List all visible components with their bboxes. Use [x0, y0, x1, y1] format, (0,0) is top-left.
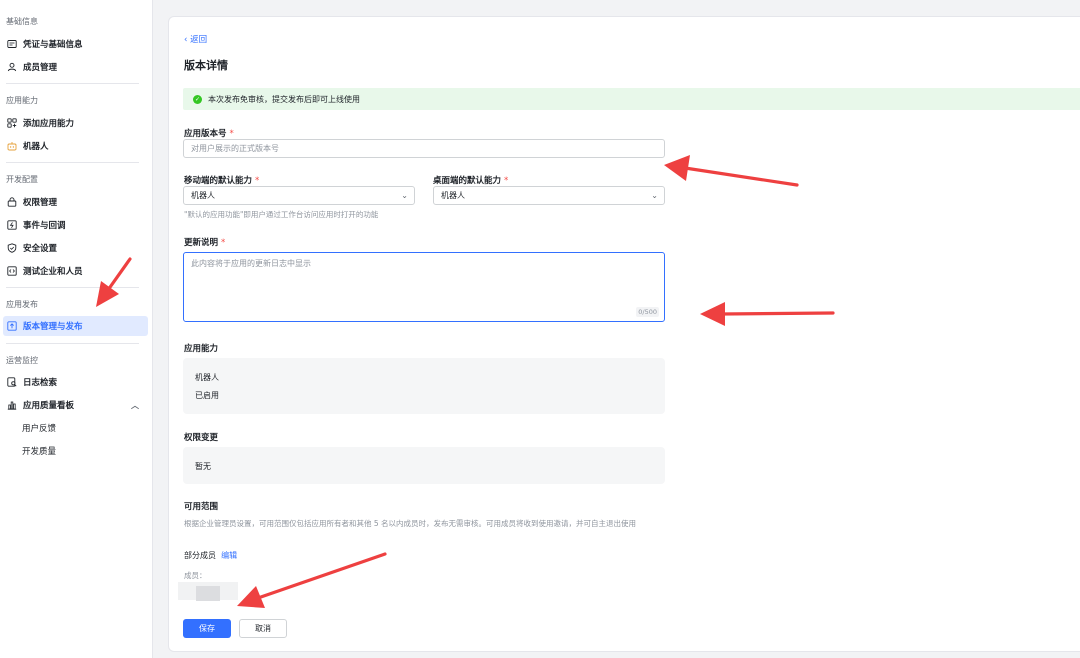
sidebar-item-dev-quality[interactable]: 开发质量 [0, 441, 153, 461]
page-title: 版本详情 [184, 59, 228, 72]
scope-label: 可用范围 [184, 502, 219, 512]
sidebar-item-logs[interactable]: 日志检索 [0, 372, 153, 392]
sidebar-item-label: 机器人 [23, 142, 49, 152]
group-title-ops: 运营监控 [6, 356, 38, 365]
group-title-ability: 应用能力 [6, 96, 38, 105]
desktop-default-label: 桌面端的默认能力 * [433, 176, 509, 186]
sidebar-item-permissions[interactable]: 权限管理 [0, 192, 153, 212]
notice-banner: ✓ 本次发布免审核，提交发布后即可上线使用 [183, 88, 1080, 110]
sidebar-item-security[interactable]: 安全设置 [0, 238, 153, 258]
sidebar-item-credentials[interactable]: 凭证与基础信息 [0, 34, 153, 54]
sidebar-item-version-release[interactable]: 版本管理与发布 [3, 316, 148, 336]
ability-status: 已启用 [195, 391, 219, 400]
version-label: 应用版本号 * [184, 129, 234, 139]
chevron-up-icon[interactable]: ︿ [131, 400, 139, 411]
group-title-dev: 开发配置 [6, 175, 38, 184]
bar-chart-icon [7, 400, 17, 410]
scope-value: 部分成员 编辑 [184, 551, 238, 560]
ability-box: 机器人 已启用 [183, 358, 665, 414]
group-title-release: 应用发布 [6, 300, 38, 309]
chevron-down-icon: ⌄ [401, 191, 408, 200]
chevron-down-icon: ⌄ [651, 191, 658, 200]
divider [6, 343, 139, 344]
divider [6, 162, 139, 163]
update-notes-textarea[interactable]: 此内容将于应用的更新日志中显示 0/500 [183, 252, 665, 322]
group-title-basic: 基础信息 [6, 17, 38, 26]
permission-change-value: 暂无 [195, 462, 211, 471]
sidebar-item-label: 添加应用能力 [23, 119, 75, 129]
success-check-icon: ✓ [193, 94, 202, 104]
sidebar-item-label: 开发质量 [22, 447, 57, 457]
desktop-default-select[interactable]: 机器人 ⌄ [433, 186, 665, 205]
user-icon [7, 62, 17, 72]
sidebar-item-test-tenant[interactable]: 测试企业和人员 [0, 261, 153, 281]
sidebar-item-label: 用户反馈 [22, 424, 57, 434]
sidebar-item-bot[interactable]: 机器人 [0, 136, 153, 156]
sidebar-item-label: 成员管理 [23, 63, 58, 73]
permission-change-label: 权限变更 [184, 433, 219, 443]
notice-text: 本次发布免审核，提交发布后即可上线使用 [208, 94, 360, 104]
apps-icon [7, 118, 17, 128]
shield-icon [7, 243, 17, 253]
sidebar-item-members[interactable]: 成员管理 [0, 57, 153, 77]
sidebar-item-add-ability[interactable]: 添加应用能力 [0, 113, 153, 133]
upload-icon [7, 321, 17, 331]
lock-icon [7, 197, 17, 207]
ability-section-label: 应用能力 [184, 344, 219, 354]
sidebar-item-label: 日志检索 [23, 378, 58, 388]
event-icon [7, 220, 17, 230]
save-button[interactable]: 保存 [183, 619, 231, 638]
sidebar-item-label: 测试企业和人员 [23, 267, 83, 277]
sidebar-item-label: 事件与回调 [23, 221, 66, 231]
sidebar-item-label: 凭证与基础信息 [23, 40, 83, 50]
edit-scope-link[interactable]: 编辑 [221, 551, 237, 560]
members-label: 成员： [184, 571, 207, 580]
scope-description: 根据企业管理员设置，可用范围仅包括应用所有者和其他 5 名以内成员时，发布无需审… [184, 519, 637, 528]
sidebar-item-label: 权限管理 [23, 198, 58, 208]
id-card-icon [7, 39, 17, 49]
mobile-default-label: 移动端的默认能力 * [184, 176, 260, 186]
sidebar-item-label: 版本管理与发布 [23, 322, 83, 332]
default-ability-hint: "默认的应用功能"即用户通过工作台访问应用时打开的功能 [184, 210, 379, 219]
sidebar-item-label: 安全设置 [23, 244, 58, 254]
sidebar-item-label: 应用质量看板 [23, 401, 75, 411]
char-counter: 0/500 [636, 307, 659, 317]
update-notes-label: 更新说明 * [184, 238, 226, 248]
sidebar-item-quality-board[interactable]: 应用质量看板 ︿ [0, 395, 153, 415]
ability-name: 机器人 [195, 373, 219, 382]
robot-icon [7, 141, 17, 151]
version-input[interactable]: 对用户展示的正式版本号 [183, 139, 665, 158]
mobile-default-select[interactable]: 机器人 ⌄ [183, 186, 415, 205]
permission-change-box: 暂无 [183, 447, 665, 484]
divider [6, 287, 139, 288]
sidebar: 基础信息 凭证与基础信息 成员管理 应用能力 添加应用能力 机器人 开发配置 权… [0, 0, 153, 658]
sidebar-item-events[interactable]: 事件与回调 [0, 215, 153, 235]
version-detail-card: ‹ 返回 版本详情 ✓ 本次发布免审核，提交发布后即可上线使用 应用版本号 * 对… [168, 16, 1080, 652]
back-link[interactable]: ‹ 返回 [184, 33, 207, 45]
member-avatar [196, 586, 220, 601]
divider [6, 83, 139, 84]
sidebar-item-feedback[interactable]: 用户反馈 [0, 418, 153, 438]
cancel-button[interactable]: 取消 [239, 619, 287, 638]
log-search-icon [7, 377, 17, 387]
code-icon [7, 266, 17, 276]
